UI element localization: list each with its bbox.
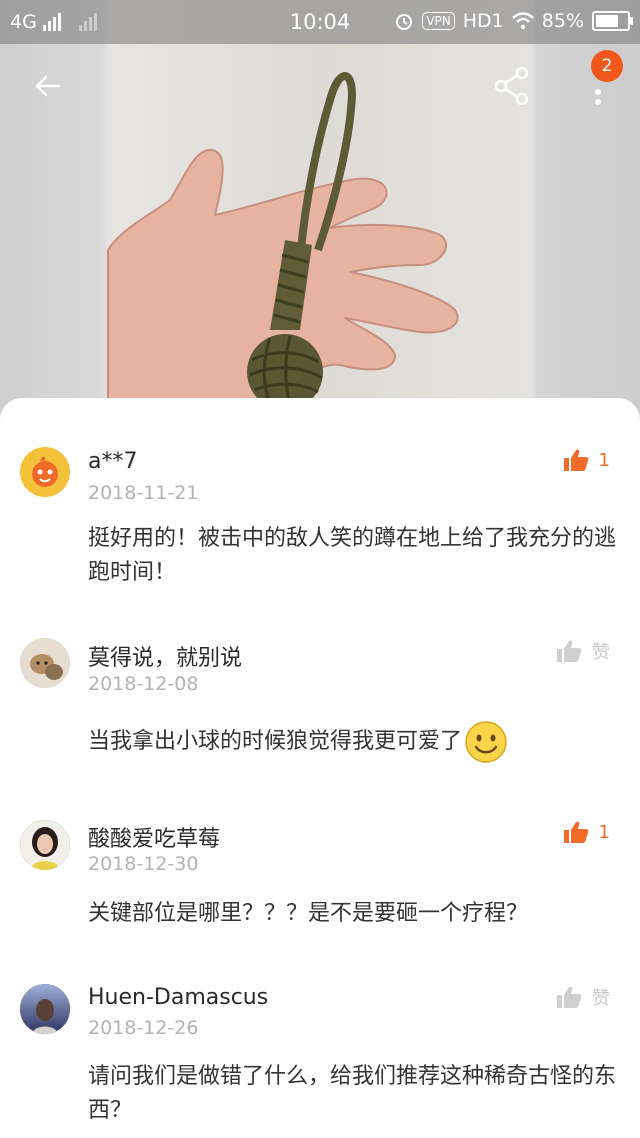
like-button[interactable]: 1 <box>563 820 610 844</box>
hand-with-keychain-image <box>107 72 459 410</box>
battery-icon <box>592 11 633 31</box>
comment-date: 2018-12-26 <box>88 1017 199 1039</box>
alarm-icon <box>396 14 413 30</box>
avatar[interactable] <box>20 638 70 688</box>
battery-percent: 85% <box>541 10 584 32</box>
back-button[interactable] <box>24 62 72 110</box>
smile-emoji-icon <box>465 721 507 763</box>
mascot-avatar-icon <box>20 447 70 497</box>
like-button[interactable]: 1 <box>563 448 610 472</box>
arrow-left-icon <box>35 75 61 97</box>
comment-text: 当我拿出小球的时候狼觉得我更可爱了 <box>88 729 463 754</box>
comment-text: 请问我们是做错了什么，给我们推荐这种稀奇古怪的东西？ <box>88 1064 617 1123</box>
comment-text: 关键部位是哪里？？？是不是要砸一个疗程？ <box>88 901 529 926</box>
thumbs-up-filled-icon <box>563 449 588 471</box>
avatar[interactable] <box>20 447 70 497</box>
hd-indicator: HD1 <box>462 10 504 32</box>
like-button[interactable]: 赞 <box>556 638 610 664</box>
portrait-avatar-icon <box>20 820 70 870</box>
notification-badge: 2 <box>591 50 623 82</box>
comments-panel: a**7 2018-11-21 1 挺好用的！被击中的敌人笑的蹲在地上给了我充分… <box>0 398 640 1138</box>
share-icon <box>494 66 529 106</box>
comment-date: 2018-12-30 <box>88 853 199 875</box>
comment-username[interactable]: 莫得说，就别说 <box>88 640 242 672</box>
comment-username[interactable]: a**7 <box>88 449 137 474</box>
product-photo[interactable] <box>0 0 640 420</box>
like-button[interactable]: 赞 <box>556 984 610 1010</box>
wifi-icon <box>511 12 534 30</box>
like-count: 1 <box>598 449 610 471</box>
comment-username[interactable]: Huen-Damascus <box>88 985 268 1010</box>
comment-date: 2018-11-21 <box>88 482 199 504</box>
portrait-avatar-icon <box>20 984 70 1034</box>
share-button[interactable] <box>488 62 536 110</box>
battery-fill <box>596 15 618 27</box>
avatar[interactable] <box>20 984 70 1034</box>
comment-date: 2018-12-08 <box>88 673 199 695</box>
comment-text: 挺好用的！被击中的敌人笑的蹲在地上给了我充分的逃跑时间！ <box>88 526 617 585</box>
like-label: 赞 <box>592 988 610 1009</box>
thumbs-up-outline-icon <box>557 640 582 662</box>
like-count: 1 <box>598 821 610 843</box>
thumbs-up-outline-icon <box>557 986 582 1008</box>
thumbs-up-filled-icon <box>563 821 588 843</box>
status-bar: 4G 10:04 VPN HD1 85% <box>0 0 640 44</box>
avatar[interactable] <box>20 820 70 870</box>
like-label: 赞 <box>592 642 610 663</box>
comment-text-row: 当我拿出小球的时候狼觉得我更可爱了 <box>88 720 618 764</box>
cat-photo-avatar-icon <box>20 638 70 688</box>
comment-username[interactable]: 酸酸爱吃草莓 <box>88 821 220 853</box>
vpn-badge: VPN <box>422 12 455 30</box>
